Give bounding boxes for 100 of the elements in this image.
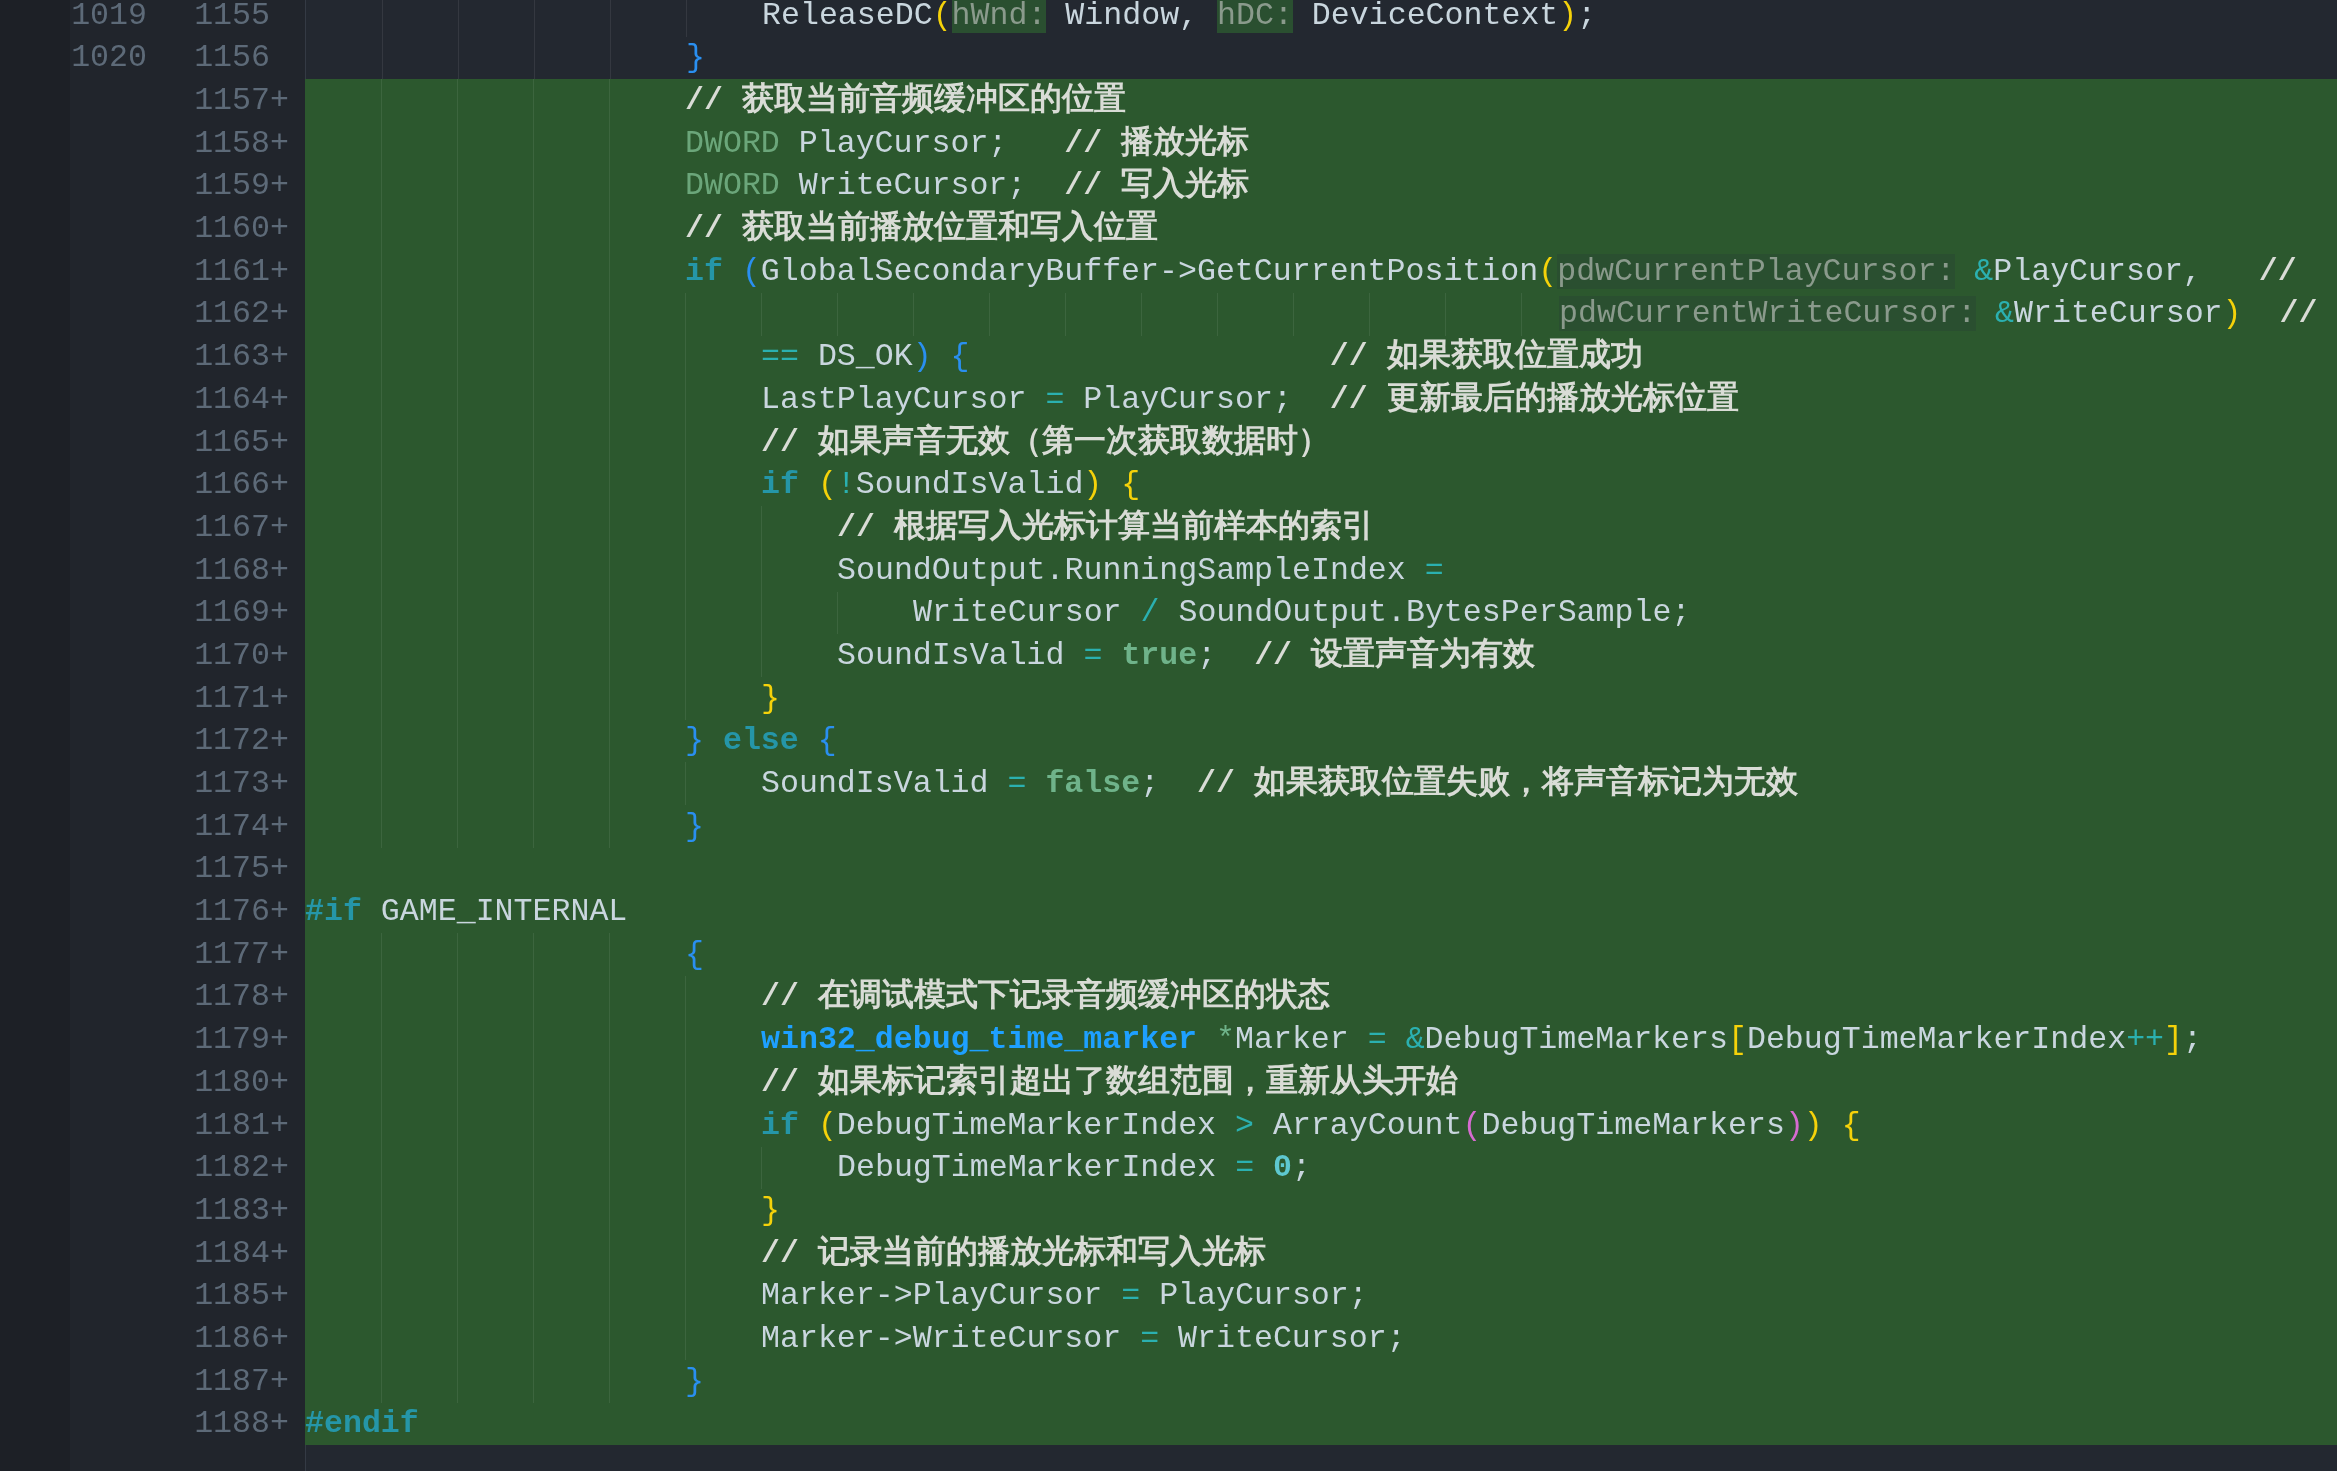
code-line: Marker->WriteCursor = WriteCursor; [761, 1319, 1406, 1358]
line-number: 1181 [194, 1106, 270, 1145]
code-line: DWORD PlayCursor; // 播放光标 [685, 124, 1250, 163]
code-line: pdwCurrentWriteCursor: &WriteCursor) // [1559, 295, 2318, 334]
code-line: } [685, 1362, 704, 1401]
line-number: 1167 [194, 508, 270, 547]
added-line-marker: + [270, 722, 289, 761]
code-line: // 记录当前的播放光标和写入光标 [761, 1233, 1266, 1273]
code-line: // 根据写入光标计算当前样本的索引 [837, 507, 1374, 547]
added-line-marker: + [270, 295, 289, 334]
line-number: 1177 [194, 935, 270, 974]
line-number: 1170 [194, 636, 270, 675]
line-number: 1165 [194, 423, 270, 462]
added-line-marker: + [270, 82, 289, 121]
line-number: 1155 [194, 0, 270, 35]
added-line-marker: + [270, 935, 289, 974]
line-number: 1182 [194, 1149, 270, 1188]
added-line-marker: + [270, 423, 289, 462]
line-number: 1187 [194, 1362, 270, 1401]
added-line-marker: + [270, 1362, 289, 1401]
added-line-marker: + [270, 551, 289, 590]
line-number: 1180 [194, 1063, 270, 1102]
code-line: } [686, 39, 705, 78]
line-number: 1176 [194, 893, 270, 932]
added-line-marker: + [270, 380, 289, 419]
code-line: if (DebugTimeMarkerIndex > ArrayCount(DebugTimeMarkers)) { [761, 1106, 1861, 1145]
code-line: #endif [305, 1405, 419, 1444]
added-line-marker: + [270, 1063, 289, 1102]
added-line-marker: + [270, 850, 289, 889]
code-line: SoundOutput.RunningSampleIndex = [837, 551, 1444, 590]
added-line-marker: + [270, 765, 289, 804]
code-line: // 获取当前播放位置和写入位置 [685, 208, 1158, 249]
added-line-marker: + [270, 1149, 289, 1188]
code-line: // 在调试模式下记录音频缓冲区的状态 [761, 976, 1330, 1017]
code-line: } [761, 1191, 780, 1230]
added-line-marker: + [270, 1405, 289, 1444]
line-number: 1169 [194, 594, 270, 633]
code-line: win32_debug_time_marker *Marker = &DebugTimeMarkers[DebugTimeMarkerIndex++]; [761, 1021, 2202, 1060]
line-number: 1172 [194, 722, 270, 761]
line-number: 1164 [194, 380, 270, 419]
line-number: 1020 [71, 39, 147, 78]
line-number: 1161 [194, 252, 270, 291]
added-line-marker: + [270, 1191, 289, 1230]
code-line: == DS_OK) { // 如果获取位置成功 [761, 337, 1643, 377]
code-line: #if GAME_INTERNAL [305, 893, 628, 932]
line-number: 1160 [194, 210, 270, 249]
line-number: 1019 [71, 0, 147, 35]
code-line: SoundIsValid = false; // 如果获取位置失败，将声音标记为无效 [761, 763, 1798, 804]
code-line: } else { [685, 722, 837, 761]
added-line-marker: + [270, 893, 289, 932]
added-line-marker: + [270, 978, 289, 1017]
added-line-marker: + [270, 1021, 289, 1060]
line-number: 1158 [194, 124, 270, 163]
line-number: 1159 [194, 167, 270, 206]
line-number: 1188 [194, 1405, 270, 1444]
line-number: 1175 [194, 850, 270, 889]
added-line-marker: + [270, 508, 289, 547]
line-number: 1174 [194, 807, 270, 846]
added-line-marker: + [270, 1319, 289, 1358]
line-number: 1166 [194, 466, 270, 505]
added-line-marker: + [270, 1277, 289, 1316]
code-line: { [685, 935, 704, 974]
code-line: DWORD WriteCursor; // 写入光标 [685, 165, 1250, 206]
line-number: 1163 [194, 338, 270, 377]
code-line: SoundIsValid = true; // 设置声音为有效 [837, 635, 1536, 675]
line-number: 1171 [194, 679, 270, 718]
added-line-marker: + [270, 167, 289, 206]
line-number: 1186 [194, 1319, 270, 1358]
added-line-marker: + [270, 636, 289, 675]
code-line: LastPlayCursor = PlayCursor; // 更新最后的播放光标位置 [761, 379, 1739, 419]
code-line: // 如果标记索引超出了数组范围，重新从头开始 [761, 1062, 1458, 1102]
code-line: if (!SoundIsValid) { [761, 466, 1141, 505]
added-line-marker: + [270, 124, 289, 163]
added-line-marker: + [270, 679, 289, 718]
code-line: DebugTimeMarkerIndex = 0; [837, 1149, 1311, 1188]
added-line-marker: + [270, 1234, 289, 1273]
code-line: } [685, 807, 704, 846]
code-line: WriteCursor / SoundOutput.BytesPerSample; [913, 594, 1691, 633]
code-line: // 如果声音无效（第一次获取数据时） [761, 422, 1330, 462]
code-line: } [761, 679, 780, 718]
code-line: ReleaseDC(hWnd: Window, hDC: DeviceContext); [762, 0, 1597, 35]
added-line-marker: + [270, 594, 289, 633]
line-number: 1173 [194, 765, 270, 804]
line-number: 1178 [194, 978, 270, 1017]
line-number: 1184 [194, 1234, 270, 1273]
line-number: 1183 [194, 1191, 270, 1230]
line-number: 1185 [194, 1277, 270, 1316]
added-line-marker: + [270, 466, 289, 505]
added-line-marker: + [270, 807, 289, 846]
line-number: 1162 [194, 295, 270, 334]
line-number: 1179 [194, 1021, 270, 1060]
added-line-marker: + [270, 338, 289, 377]
line-number: 1156 [194, 39, 270, 78]
code-line: Marker->PlayCursor = PlayCursor; [761, 1277, 1368, 1316]
code-line: // 获取当前音频缓冲区的位置 [685, 80, 1126, 121]
added-line-marker: + [270, 1106, 289, 1145]
line-number: 1157 [194, 82, 270, 121]
line-number: 1168 [194, 551, 270, 590]
added-line-marker: + [270, 252, 289, 291]
added-line-marker: + [270, 210, 289, 249]
